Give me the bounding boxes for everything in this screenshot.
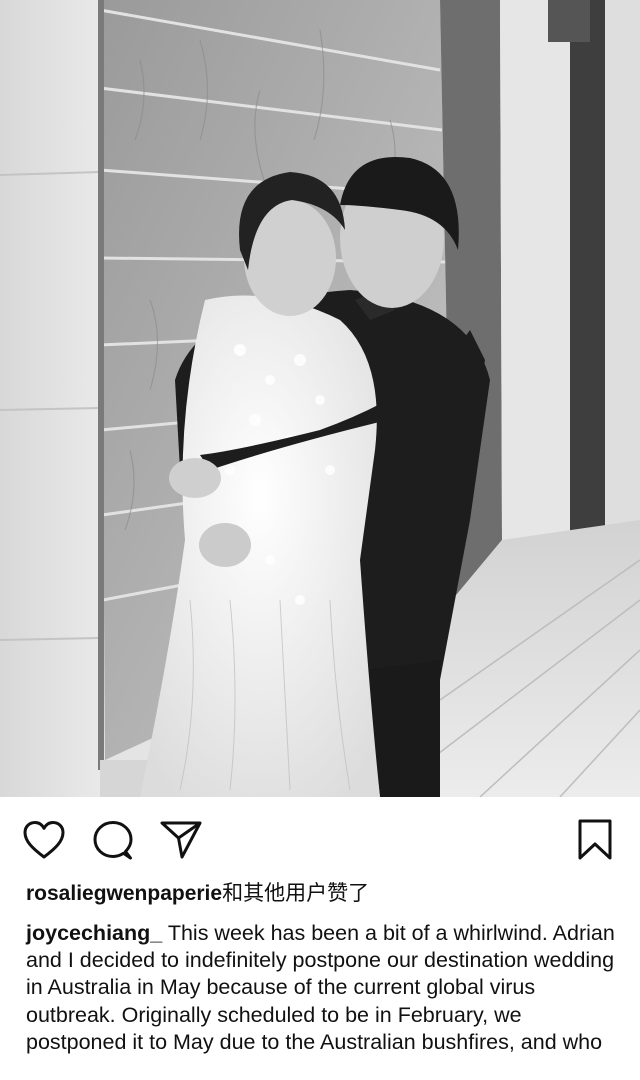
liked-by-username[interactable]: rosaliegwenpaperie: [26, 882, 222, 905]
post-photo[interactable]: [0, 0, 640, 797]
comment-button[interactable]: [92, 820, 134, 862]
save-button[interactable]: [576, 818, 614, 862]
share-button[interactable]: [160, 820, 202, 860]
bookmark-icon: [578, 819, 612, 860]
like-button[interactable]: [22, 820, 66, 860]
paper-plane-icon: [160, 821, 202, 859]
liked-by-suffix[interactable]: 和其他用户赞了: [222, 882, 369, 905]
post-caption: joycechiang_ This week has been a bit of…: [26, 920, 626, 1056]
heart-icon: [23, 821, 65, 859]
speech-bubble-icon: [93, 821, 133, 860]
likes-summary: rosaliegwenpaperie和其他用户赞了: [26, 880, 626, 908]
caption-username[interactable]: joycechiang_: [26, 921, 162, 945]
wedding-couple-photo: [0, 0, 640, 797]
